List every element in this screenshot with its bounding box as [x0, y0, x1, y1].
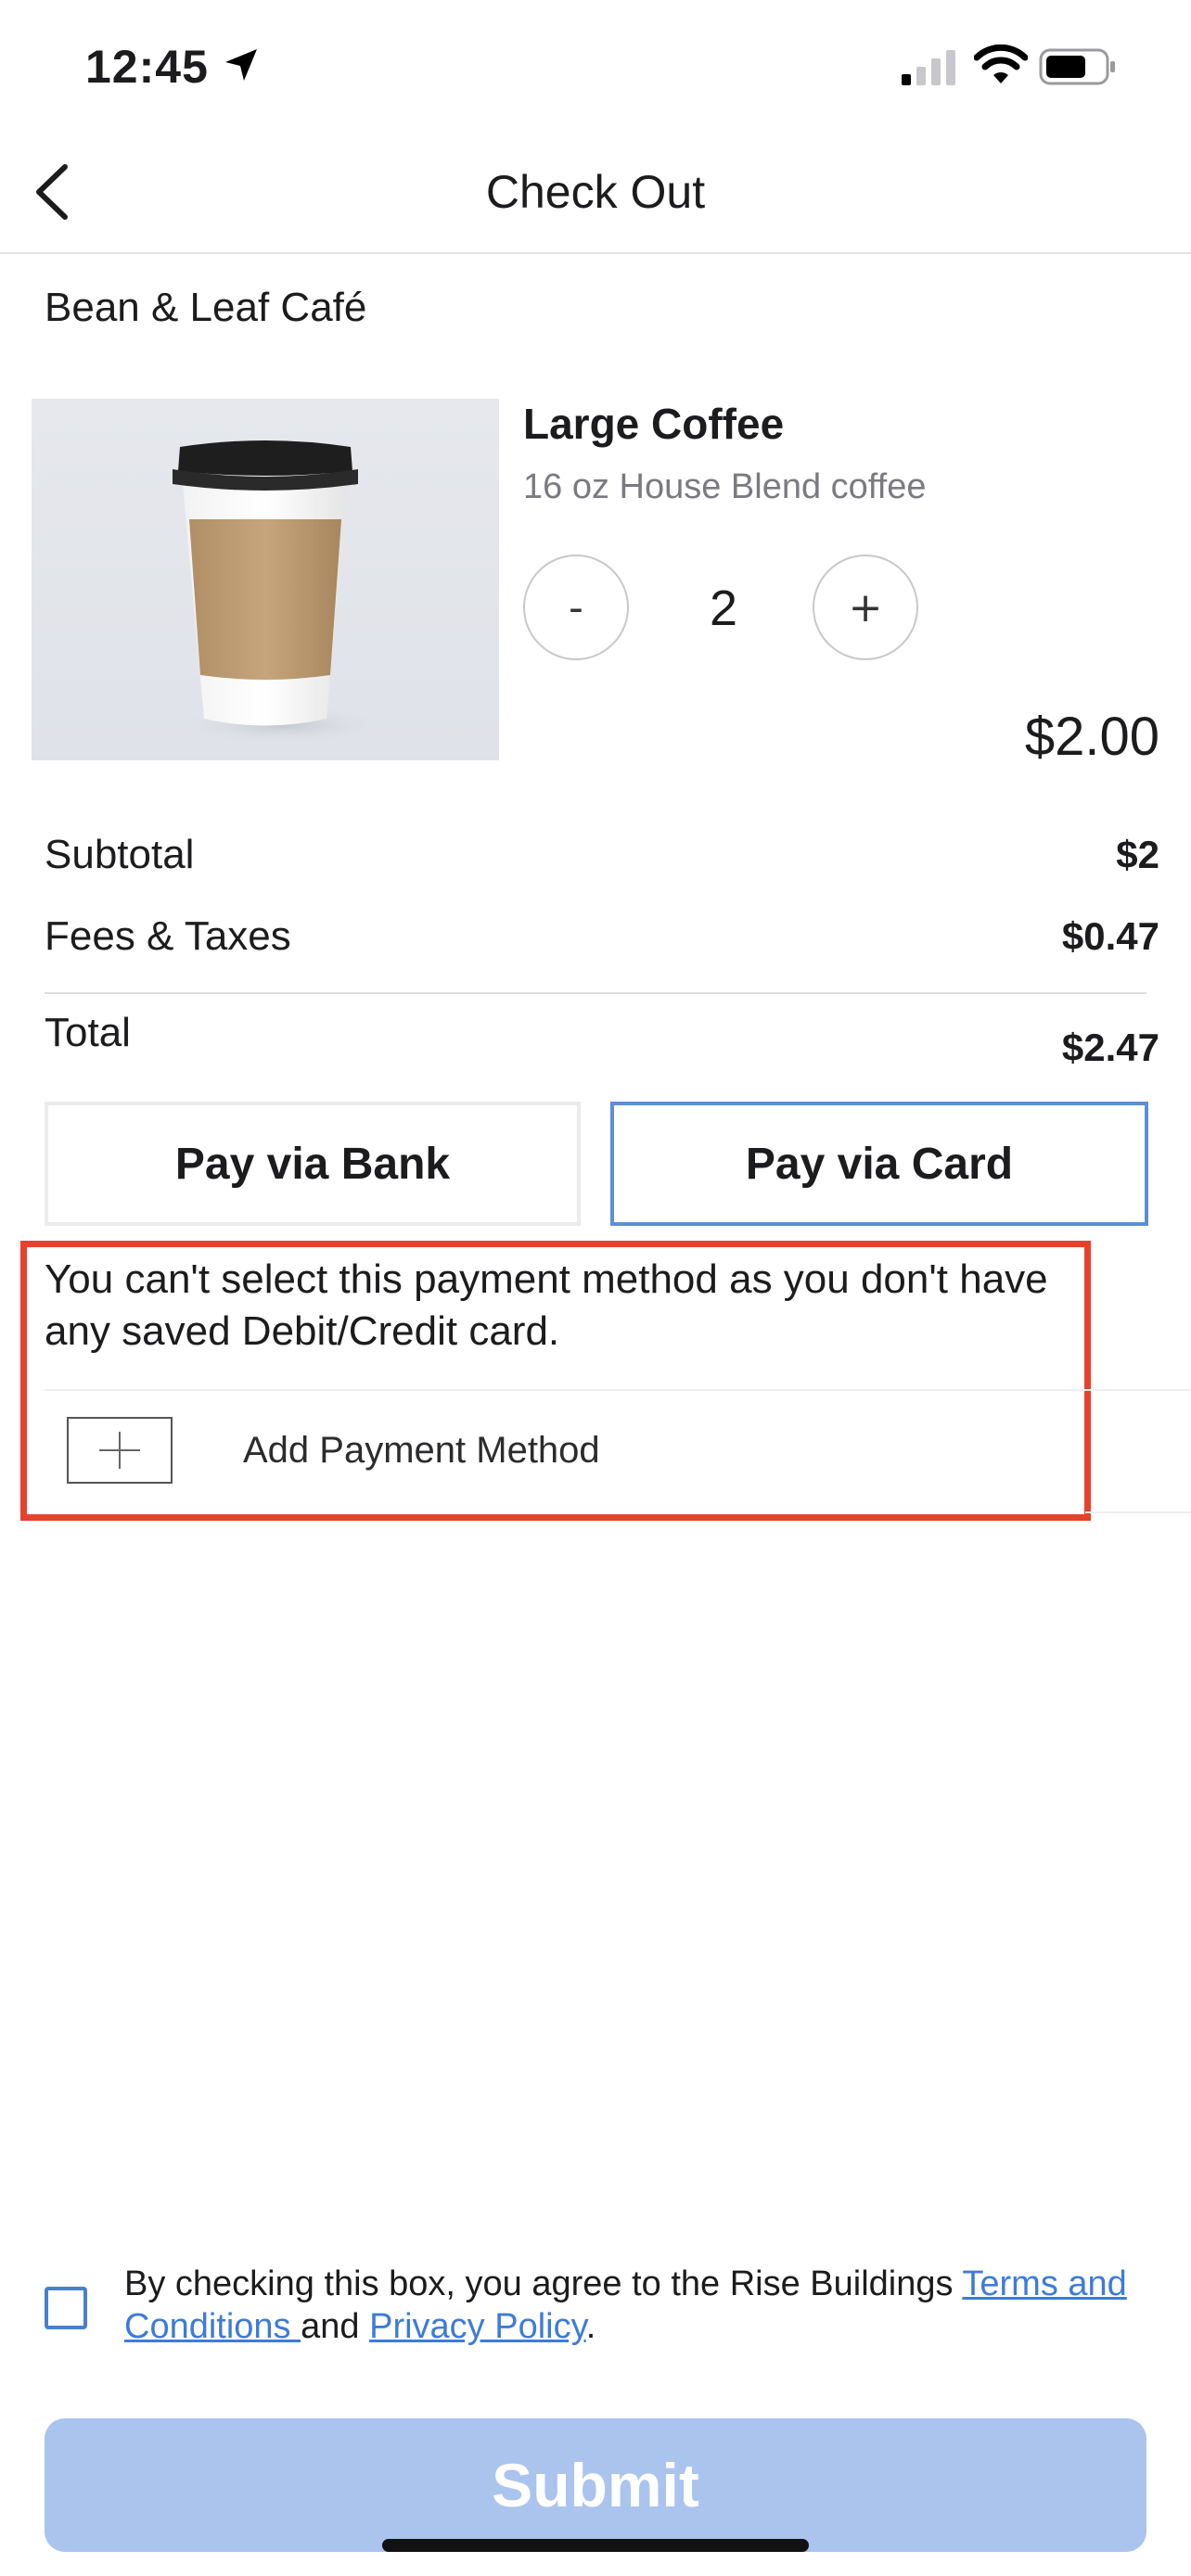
status-time: 12:45 — [85, 41, 209, 93]
product-description: 16 oz House Blend coffee — [523, 467, 927, 506]
battery-icon — [1039, 48, 1115, 85]
add-payment-method-link[interactable]: Add Payment Method — [243, 1426, 600, 1474]
cellular-signal-icon — [902, 50, 955, 85]
terms-text: By checking this box, you agree to the R… — [124, 2263, 1154, 2348]
store-name: Bean & Leaf Café — [45, 285, 367, 330]
privacy-policy-link[interactable]: Privacy Policy — [369, 2307, 586, 2346]
terms-checkbox[interactable] — [45, 2287, 87, 2329]
page-title: Check Out — [485, 166, 706, 218]
quantity-increase-button[interactable]: + — [813, 555, 918, 660]
product-name: Large Coffee — [523, 400, 785, 448]
terms-and: and — [301, 2307, 370, 2346]
pay-via-bank-button[interactable]: Pay via Bank — [45, 1102, 581, 1226]
fees-label: Fees & Taxes — [45, 913, 291, 959]
coffee-cup-illustration — [32, 399, 499, 760]
divider — [1085, 1511, 1191, 1513]
product-image — [32, 399, 499, 760]
wifi-icon — [974, 45, 1028, 83]
terms-prefix: By checking this box, you agree to the R… — [124, 2264, 963, 2303]
card-warning-message: You can't select this payment method as … — [45, 1256, 1048, 1354]
home-indicator — [382, 2539, 809, 2552]
product-price: $2.00 — [1024, 707, 1159, 767]
pay-via-card-button[interactable]: Pay via Card — [610, 1102, 1148, 1226]
terms-suffix: . — [585, 2307, 596, 2346]
divider — [45, 1389, 1191, 1391]
submit-button[interactable]: Submit — [45, 2418, 1146, 2552]
total-label: Total — [45, 1010, 131, 1055]
location-arrow-icon — [225, 49, 257, 81]
quantity-decrease-button[interactable]: - — [523, 555, 629, 660]
nav-divider — [0, 252, 1191, 254]
add-plus-icon[interactable] — [67, 1417, 173, 1484]
subtotal-value: $2 — [1116, 833, 1159, 876]
fees-value: $0.47 — [1061, 914, 1159, 958]
subtotal-label: Subtotal — [45, 832, 195, 877]
quantity-value: 2 — [709, 580, 738, 636]
summary-divider — [45, 992, 1146, 994]
total-value: $2.47 — [1061, 1026, 1159, 1069]
